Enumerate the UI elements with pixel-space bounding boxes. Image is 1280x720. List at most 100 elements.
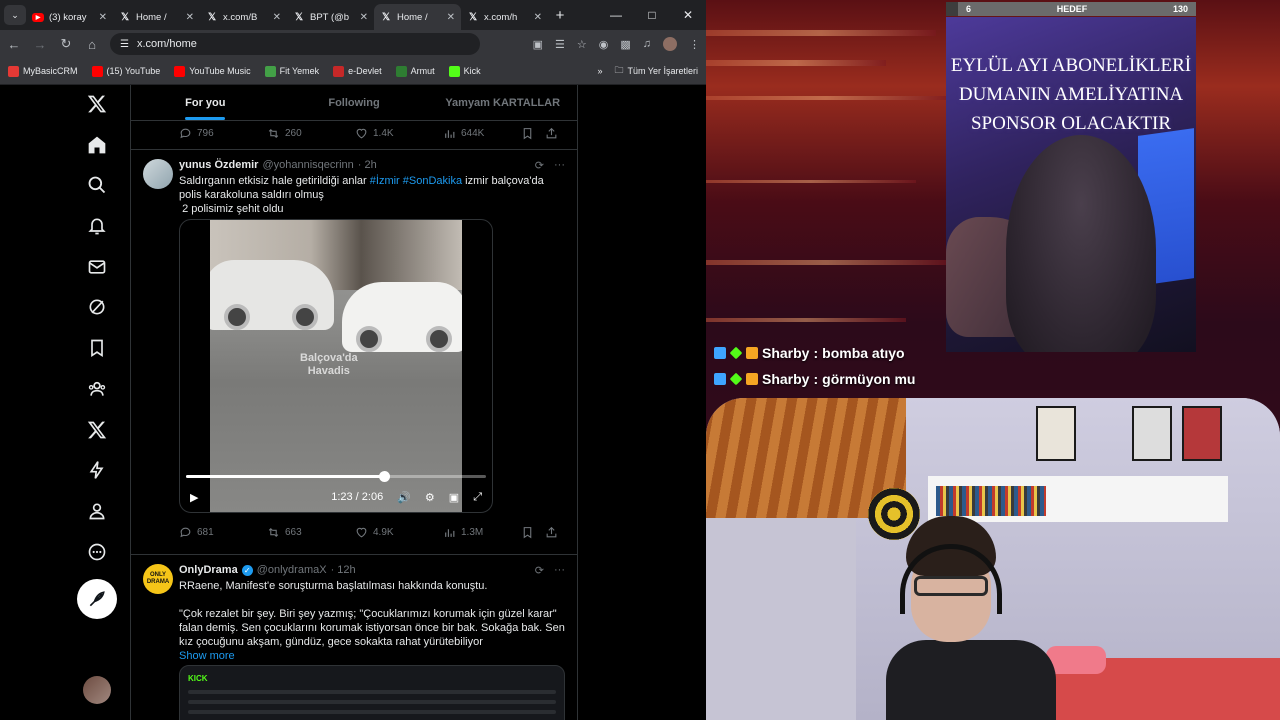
tab-for-you[interactable]: For you [131,85,280,120]
premium-x-icon[interactable] [80,413,114,447]
like-button[interactable]: 4.9K [355,526,443,539]
profile-avatar[interactable] [663,37,677,51]
close-tab-icon[interactable]: ✕ [273,12,281,23]
kick-logo: KICK [188,674,208,683]
tweet-author-name[interactable]: yunus Özdemir [179,159,258,171]
tweet-yunus-ozdemir[interactable]: yunus Özdemir @yohannisqecrinn · 2h ⟳ ··… [131,150,577,555]
chat-username: Sharby [762,371,810,387]
browser-tab[interactable]: 𝕏 BPT (@b ✕ [287,4,374,30]
new-tab-button[interactable]: + [550,7,570,24]
browser-tab[interactable]: 𝕏x.com/h ✕ [461,4,548,30]
home-icon[interactable] [80,128,114,162]
site-info-icon[interactable]: ☰ [120,39,129,50]
hashtag-sondakika[interactable]: #SonDakika [403,175,462,187]
tweet-author-name[interactable]: OnlyDrama [179,564,238,576]
bookmark-button[interactable] [521,127,545,140]
reply-button[interactable]: 681 [179,526,267,539]
notifications-bell-icon[interactable] [80,209,114,243]
messages-envelope-icon[interactable] [80,250,114,284]
bookmark-item[interactable]: Fit Yemek [264,65,319,77]
share-button[interactable] [545,127,558,140]
extensions-puzzle-icon[interactable]: ▩ [620,38,630,51]
views-chart-icon [445,529,455,537]
close-tab-icon[interactable]: ✕ [99,12,107,23]
reload-button[interactable]: ↻ [58,36,74,52]
tweet-onlydrama[interactable]: ONLY DRAMA OnlyDrama ✓ @onlydramaX · 12h… [131,555,577,720]
browser-tab[interactable]: 𝕏x.com/B ✕ [200,4,287,30]
bookmarks-icon[interactable] [80,331,114,365]
home-button[interactable]: ⌂ [84,37,100,52]
maximize-button[interactable]: □ [634,8,670,22]
tab-title: x.com/h [484,11,518,23]
bookmarks-overflow-icon[interactable]: » [597,66,602,76]
bookmark-item[interactable]: Kick [448,65,481,77]
all-bookmarks-folder[interactable]: 🗀 Tüm Yer İşaretleri [614,63,698,79]
repost-button[interactable]: 260 [267,127,355,140]
bookmark-star-icon[interactable]: ☆ [577,38,587,51]
x-logo-icon[interactable] [80,87,114,121]
browser-tab[interactable]: 𝕏 Home / ✕ [374,4,461,30]
close-tab-icon[interactable]: ✕ [186,12,194,23]
forward-button[interactable]: → [32,37,48,52]
hashtag-izmir[interactable]: #İzmir [370,175,400,187]
close-window-button[interactable]: ✕ [670,8,706,22]
tweet-author-avatar[interactable]: ONLY DRAMA [143,564,173,594]
repost-button[interactable]: 663 [267,526,355,539]
browser-tab[interactable]: ▶ (3) koray ✕ [26,4,113,30]
play-icon[interactable]: ▶ [190,491,204,504]
picture-in-picture-icon[interactable]: ▣ [449,491,459,504]
browser-tab[interactable]: 𝕏 Home / ✕ [113,4,200,30]
address-bar[interactable]: ☰ x.com/home [110,33,480,55]
bookmark-item[interactable]: (15) YouTube [91,65,160,77]
bookmark-item[interactable]: YouTube Music [174,65,251,77]
extension-icon[interactable]: ◉ [599,38,609,51]
video-scrubber-handle[interactable] [379,471,390,482]
bookmark-item[interactable]: MyBasicCRM [8,65,78,77]
grok-explain-icon[interactable]: ⟳ [535,159,544,172]
video-progress-bar[interactable] [186,471,486,482]
tweet-more-icon[interactable]: ··· [554,159,565,172]
tab-search-button[interactable]: ⌄ [4,5,26,25]
views-button[interactable]: 1.3M [443,526,521,539]
share-button[interactable] [545,526,558,539]
bookmark-item[interactable]: e-Devlet [333,65,382,77]
fullscreen-icon[interactable]: ⤢ [473,491,482,504]
grok-explain-icon[interactable]: ⟳ [535,564,544,577]
tweet-author-handle[interactable]: @onlydramaX [257,564,327,576]
tweet-more-icon[interactable]: ··· [554,564,565,577]
tab-yamyam-kartallar[interactable]: Yamyam KARTALLAR [428,85,577,120]
show-more-link[interactable]: Show more [179,649,569,663]
profile-icon[interactable] [80,494,114,528]
install-app-icon[interactable]: ▣ [533,38,543,51]
tweet-author-handle[interactable]: @yohannisqecrinn [262,159,353,171]
account-avatar[interactable] [83,676,111,704]
communities-icon[interactable] [80,372,114,406]
grok-icon[interactable] [80,290,114,324]
verified-orgs-lightning-icon[interactable] [80,453,114,487]
menu-kebab-icon[interactable]: ⋮ [689,38,700,51]
settings-gear-icon[interactable]: ⚙ [425,491,435,504]
minimize-button[interactable]: — [598,8,634,22]
bookmark-favicon-icon [448,65,460,77]
reply-button[interactable]: 796 [179,127,267,140]
media-control-icon[interactable]: ♫ [643,38,651,50]
more-circle-icon[interactable] [80,535,114,569]
tweet-image-preview[interactable]: KICK [179,665,565,720]
tweet-time[interactable]: · 12h [331,564,356,576]
bookmark-button[interactable] [521,526,545,539]
bookmark-item[interactable]: Armut [395,65,435,77]
views-button[interactable]: 644K [443,127,521,140]
close-tab-icon[interactable]: ✕ [360,12,368,23]
tweet-author-avatar[interactable] [143,159,173,189]
tab-following[interactable]: Following [280,85,429,120]
close-tab-icon[interactable]: ✕ [447,12,455,23]
tweet-video-player[interactable]: Balçova'da Havadis ▶ 1:23 / 2:06 🔊 ⚙ ▣ ⤢ [179,219,493,513]
close-tab-icon[interactable]: ✕ [534,12,542,23]
volume-icon[interactable]: 🔊 [397,491,411,504]
explore-search-icon[interactable] [80,168,114,202]
compose-post-button[interactable] [77,579,117,620]
back-button[interactable]: ← [6,37,22,52]
like-button[interactable]: 1.4K [355,127,443,140]
tweet-time[interactable]: · 2h [358,159,377,171]
translate-icon[interactable]: ☰ [555,38,565,51]
